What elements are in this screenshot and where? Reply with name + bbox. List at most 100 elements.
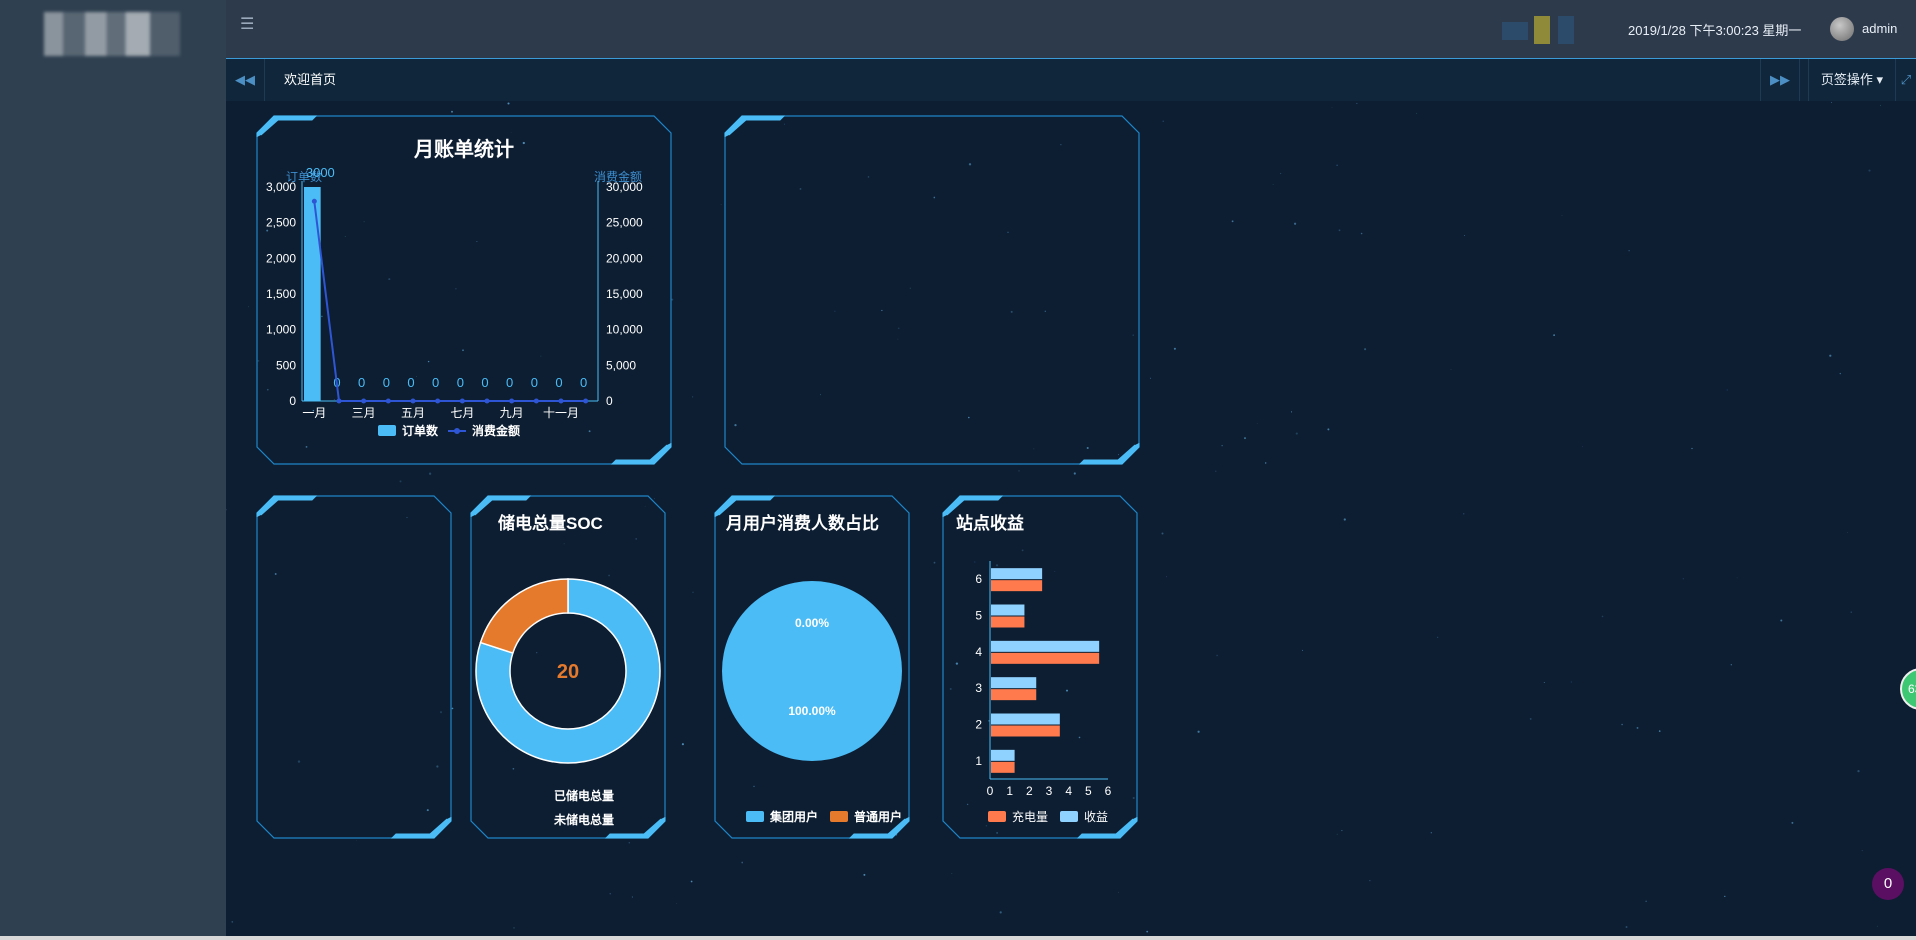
tab-next-icon[interactable]: ▶▶ <box>1760 59 1800 101</box>
notification-icon[interactable] <box>1534 16 1550 44</box>
star <box>399 480 402 483</box>
bar-value-label: 0 <box>457 375 464 390</box>
frame-corner-tl <box>724 115 786 137</box>
line-point <box>509 398 515 404</box>
y-left-tick-label: 1,000 <box>266 323 296 337</box>
panel-frame <box>256 495 452 839</box>
y-left-tick-label: 2,000 <box>266 251 296 265</box>
y-tick-label: 6 <box>975 572 982 586</box>
x-tick-label: 七月 <box>450 406 474 420</box>
star <box>1621 723 1623 726</box>
star <box>1161 532 1164 535</box>
line-point <box>533 398 539 404</box>
line-point <box>336 398 342 404</box>
star <box>1724 895 1726 898</box>
star <box>1736 577 1738 579</box>
x-tick-label: 九月 <box>500 406 524 420</box>
tab-prev-icon[interactable]: ◀◀ <box>226 59 265 101</box>
top-icon-group <box>1502 16 1592 46</box>
star <box>1582 446 1583 448</box>
star <box>1360 232 1363 235</box>
star <box>1272 184 1274 185</box>
star <box>1302 649 1303 651</box>
legend-swatch-orders <box>378 425 396 436</box>
star <box>1463 513 1465 515</box>
star <box>628 842 631 844</box>
x-tick-label: 5 <box>1085 784 1092 798</box>
bar-value-label: 0 <box>531 375 538 390</box>
star <box>1327 428 1330 431</box>
x-tick-label: 6 <box>1105 784 1112 798</box>
tab-actions-dropdown[interactable]: 页签操作 ▾ <box>1808 59 1896 101</box>
star <box>248 306 250 308</box>
star <box>692 396 694 398</box>
legend-swatch-revenue <box>1060 811 1078 822</box>
bar-value-label: 0 <box>555 375 562 390</box>
star <box>676 903 678 904</box>
legend-label: 普通用户 <box>854 809 902 824</box>
bar-revenue <box>991 677 1037 689</box>
notification-count-badge[interactable]: 0 <box>1872 868 1904 900</box>
star <box>1331 107 1333 108</box>
star <box>1830 101 1833 104</box>
star <box>1601 615 1604 618</box>
star <box>1636 726 1639 729</box>
donut-center-value: 20 <box>557 661 579 683</box>
star <box>1791 821 1794 824</box>
star <box>692 591 694 593</box>
star <box>1356 102 1358 104</box>
star <box>1221 445 1223 447</box>
y-left-tick-label: 3,000 <box>266 180 296 194</box>
legend-label: 已储电总量 <box>554 788 614 803</box>
star <box>933 561 936 564</box>
message-icon[interactable] <box>1502 22 1528 40</box>
line-point <box>459 398 465 404</box>
star <box>1146 930 1149 933</box>
x-tick-label: 3 <box>1046 784 1053 798</box>
star <box>1880 104 1881 106</box>
bar-value-label: 3000 <box>306 165 335 180</box>
star <box>428 472 432 475</box>
star <box>513 927 515 929</box>
avatar[interactable] <box>1830 17 1854 41</box>
star <box>1780 619 1783 622</box>
star <box>1290 411 1293 413</box>
star <box>1264 462 1267 464</box>
star <box>1857 769 1860 773</box>
frame-border <box>724 115 1140 465</box>
dashboard-content: 月账单统计 订单数 消费金额 0 500 1,000 1,500 2,000 2,500 3,0… <box>226 101 1916 940</box>
legend-label-charge: 充电量 <box>1012 809 1048 824</box>
logo <box>44 12 180 56</box>
star <box>1295 432 1298 435</box>
legend-swatch <box>830 811 848 822</box>
star <box>1216 654 1218 657</box>
donut-slice <box>479 578 569 655</box>
star <box>1416 112 1418 114</box>
task-icon[interactable] <box>1558 16 1574 44</box>
legend-label-revenue: 收益 <box>1084 810 1108 824</box>
fullscreen-icon[interactable]: ⤢ <box>1896 59 1916 101</box>
star <box>1464 234 1465 236</box>
horizontal-scrollbar[interactable] <box>0 936 1916 940</box>
legend-label: 集团用户 <box>769 809 818 824</box>
star <box>451 110 453 113</box>
bar-revenue <box>991 604 1025 616</box>
frame-corner-br <box>1078 443 1140 465</box>
panel-storage-soc: 储电总量SOC 20 已储电总量 未储电总量 <box>470 495 666 839</box>
star <box>1628 250 1630 252</box>
bar-value-label: 0 <box>358 375 365 390</box>
star <box>226 508 227 511</box>
star <box>1839 372 1841 375</box>
tab-home[interactable]: 欢迎首页 <box>266 59 354 101</box>
y-tick-label: 2 <box>975 718 982 732</box>
panel-frame <box>724 115 1140 465</box>
star <box>1343 518 1346 521</box>
top-navbar: ☰ 2019/1/28 下午3:00:23 星期一 admin <box>226 0 1916 59</box>
y-tick-label: 4 <box>975 645 982 659</box>
star <box>1437 636 1439 638</box>
star <box>231 921 234 923</box>
menu-toggle-icon[interactable]: ☰ <box>240 14 254 34</box>
username[interactable]: admin <box>1862 21 1897 36</box>
star <box>1625 926 1628 928</box>
pie-slice-group-users <box>722 581 902 761</box>
